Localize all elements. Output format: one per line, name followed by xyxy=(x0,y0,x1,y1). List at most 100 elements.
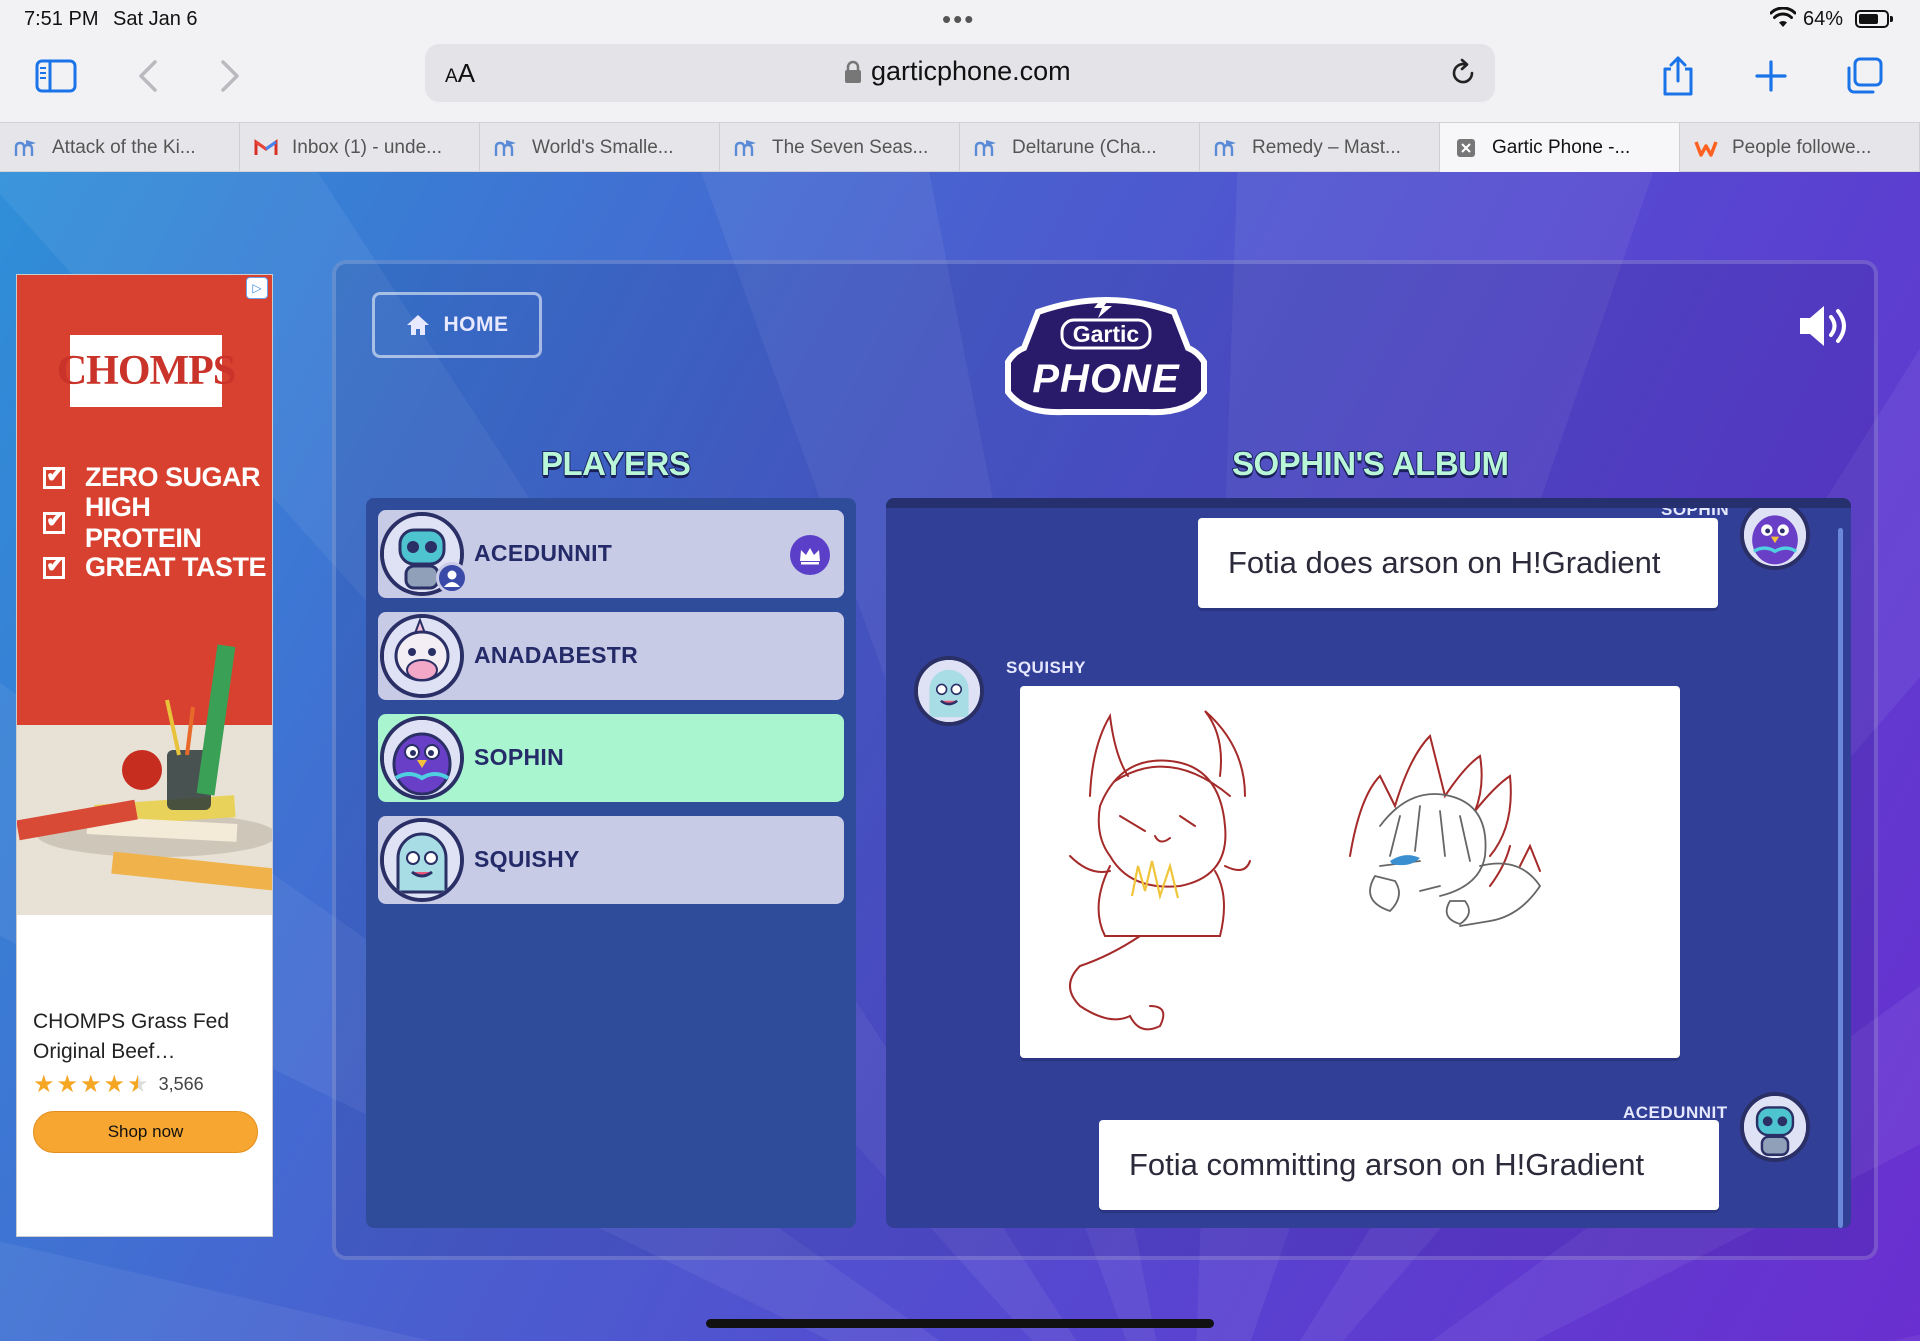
album-panel: SOPHIN Fotia does arson on H!Gradient SQ… xyxy=(886,498,1851,1228)
status-time: 7:51 PM xyxy=(24,8,99,30)
aa-small: A xyxy=(445,66,458,87)
tab-title: Attack of the Ki... xyxy=(52,136,196,158)
reload-icon[interactable] xyxy=(1447,57,1479,89)
player-name: ANADABESTR xyxy=(474,642,638,668)
tab-3[interactable]: World's Smalle... xyxy=(480,123,720,172)
moodle-favicon-icon xyxy=(14,136,38,160)
address-bar[interactable]: AA garticphone.com xyxy=(425,44,1495,102)
chomps-ad[interactable]: ▷ CHOMPS ZERO SUGAR HIGH PROTEIN GREAT T… xyxy=(16,274,273,1237)
tabs-overview-icon[interactable] xyxy=(1838,50,1890,102)
lock-icon xyxy=(845,60,861,83)
sound-icon[interactable] xyxy=(1796,302,1852,350)
checkbox-icon xyxy=(43,507,65,534)
moodle-favicon-icon xyxy=(734,136,758,160)
battery-icon xyxy=(1855,10,1893,28)
player-drawing xyxy=(1020,686,1680,1058)
web-page: ▷ CHOMPS ZERO SUGAR HIGH PROTEIN GREAT T… xyxy=(0,172,1920,1341)
star-icon: ★ xyxy=(33,1071,55,1098)
ad-rating: ★ ★ ★ ★ ★ 3,566 xyxy=(33,1070,204,1099)
ad-brand-logo: CHOMPS xyxy=(57,335,236,407)
crown-icon xyxy=(790,535,830,575)
game-container: HOME Gartic PHONE PLAYERS SOPHIN'S ALBUM xyxy=(332,260,1878,1260)
ad-choices-icon[interactable]: ▷ xyxy=(246,277,268,299)
tab-6[interactable]: Remedy – Mast... xyxy=(1200,123,1440,172)
gmail-favicon-icon xyxy=(254,136,278,160)
purple-bird-avatar-icon xyxy=(1740,508,1810,570)
star-icon: ★ xyxy=(103,1071,126,1098)
home-button[interactable]: HOME xyxy=(372,292,542,358)
share-icon[interactable] xyxy=(1652,50,1704,102)
aa-big: A xyxy=(457,58,476,88)
url-text: garticphone.com xyxy=(871,56,1071,86)
tab-bar: Attack of the Ki... Inbox (1) - unde... Wo… xyxy=(0,122,1920,172)
ad-bullet: HIGH PROTEIN xyxy=(43,492,272,553)
tab-2[interactable]: Inbox (1) - unde... xyxy=(240,123,480,172)
album-title: SOPHIN'S ALBUM xyxy=(1231,444,1510,483)
star-icon: ★ xyxy=(56,1071,79,1098)
checkbox-icon xyxy=(43,462,65,489)
forward-icon[interactable] xyxy=(204,50,256,102)
tab-1[interactable]: Attack of the Ki... xyxy=(0,123,240,172)
ad-review-count: 3,566 xyxy=(158,1074,204,1094)
moodle-favicon-icon xyxy=(494,136,518,160)
player-card[interactable]: ACEDUNNIT xyxy=(378,510,844,598)
half-star-icon: ★ xyxy=(127,1071,149,1098)
house-icon xyxy=(406,315,429,335)
status-bar: 7:51 PM Sat Jan 6 ••• 64% xyxy=(0,0,1920,40)
close-favicon-icon[interactable] xyxy=(1454,136,1478,160)
new-tab-icon[interactable] xyxy=(1745,50,1797,102)
ghost-avatar-icon xyxy=(914,656,984,726)
gartic-phone-logo: Gartic PHONE xyxy=(1005,297,1207,416)
shop-now-button[interactable]: Shop now xyxy=(33,1111,258,1153)
player-name: SQUISHY xyxy=(474,846,580,872)
tab-title: Deltarune (Cha... xyxy=(1012,136,1157,158)
ad-bullet-text: HIGH PROTEIN xyxy=(84,491,202,553)
album-scrollbar[interactable] xyxy=(1838,528,1843,1228)
player-name: ACEDUNNIT xyxy=(474,540,613,566)
home-indicator[interactable] xyxy=(706,1319,1214,1328)
reader-options-button[interactable]: AA xyxy=(445,58,475,89)
tab-title: Inbox (1) - unde... xyxy=(292,136,442,158)
checkbox-icon xyxy=(43,552,65,579)
star-icon: ★ xyxy=(80,1071,102,1098)
ad-bullet: GREAT TASTE xyxy=(43,545,272,590)
robot-avatar-icon xyxy=(1740,1092,1810,1162)
tab-7[interactable]: Gartic Phone -... xyxy=(1440,123,1680,172)
player-name: SOPHIN xyxy=(474,744,564,770)
tab-title: Remedy – Mast... xyxy=(1252,136,1401,158)
tab-8[interactable]: People followe... xyxy=(1680,123,1920,172)
home-label: HOME xyxy=(443,313,509,336)
logo-bottom-text: PHONE xyxy=(1032,357,1180,401)
ad-bullet-text: GREAT TASTE xyxy=(85,552,267,582)
player-card-active[interactable]: SOPHIN xyxy=(378,714,844,802)
player-card[interactable]: ANADABESTR xyxy=(378,612,844,700)
ad-bullets: ZERO SUGAR HIGH PROTEIN GREAT TASTE xyxy=(43,455,272,590)
sidebar-icon[interactable] xyxy=(30,50,82,102)
ad-bullet-text: ZERO SUGAR xyxy=(85,462,261,492)
tab-title: The Seven Seas... xyxy=(772,136,929,158)
message-author: SQUISHY xyxy=(1006,658,1087,677)
back-icon[interactable] xyxy=(122,50,174,102)
message-author: SOPHIN xyxy=(1661,500,1730,519)
multitasking-dots-icon[interactable]: ••• xyxy=(942,4,975,35)
status-date: Sat Jan 6 xyxy=(113,8,198,30)
ghost-avatar-icon xyxy=(380,818,464,902)
tab-5[interactable]: Deltarune (Cha... xyxy=(960,123,1200,172)
battery-percent: 64% xyxy=(1803,8,1844,30)
host-user-icon xyxy=(436,562,468,594)
tab-title: World's Smalle... xyxy=(532,136,674,158)
logo-top-text: Gartic xyxy=(1073,321,1140,347)
wattpad-favicon-icon xyxy=(1694,136,1718,160)
unicorn-cow-avatar-icon xyxy=(380,614,464,698)
wifi-icon xyxy=(1770,7,1796,27)
moodle-favicon-icon xyxy=(1214,136,1238,160)
browser-toolbar: AA garticphone.com xyxy=(0,40,1920,132)
ad-product-title[interactable]: CHOMPS Grass Fed Original Beef… xyxy=(33,1007,263,1067)
players-title: PLAYERS xyxy=(540,444,692,483)
player-card[interactable]: SQUISHY xyxy=(378,816,844,904)
tab-title: Gartic Phone -... xyxy=(1492,136,1631,158)
tab-4[interactable]: The Seven Seas... xyxy=(720,123,960,172)
tab-title: People followe... xyxy=(1732,136,1872,158)
purple-bird-avatar-icon xyxy=(380,716,464,800)
text-bubble: Fotia committing arson on H!Gradient xyxy=(1099,1120,1719,1210)
